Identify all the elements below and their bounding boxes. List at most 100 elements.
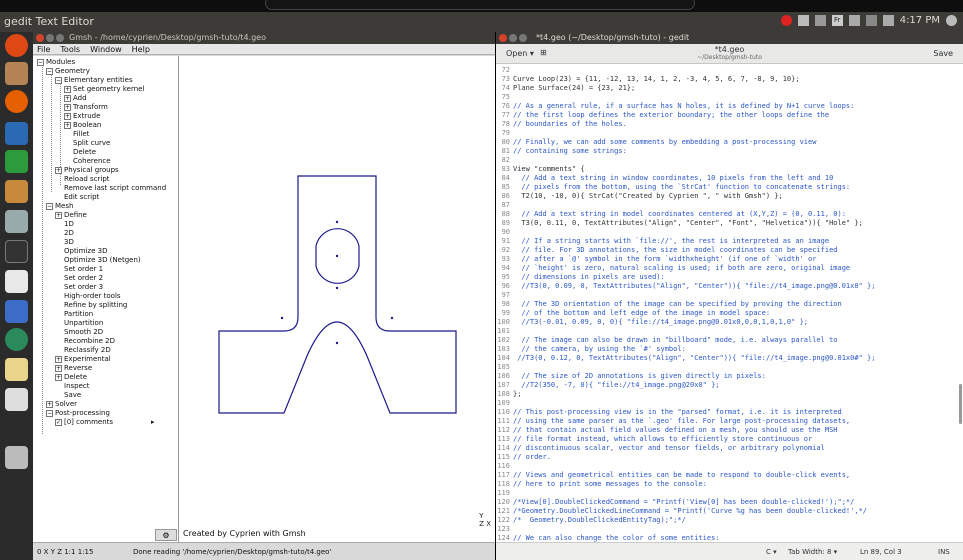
code-line[interactable]: 74 Plane Surface(24) = {23, 21}; (496, 84, 636, 93)
tree-item[interactable]: Save (55, 391, 81, 400)
tree-item[interactable]: Reclassify 2D (55, 346, 111, 355)
expander-icon[interactable]: − (46, 67, 53, 75)
menu-help[interactable]: Help (132, 44, 150, 54)
code-line[interactable]: 119 (496, 489, 513, 498)
code-line[interactable]: 105 (496, 363, 513, 372)
code-line[interactable]: 120/*View[0].DoubleClickedCommand = "Pri… (496, 498, 854, 507)
code-line[interactable]: 98 // The 3D orientation of the image ca… (496, 300, 842, 309)
gmsh-icon[interactable] (5, 388, 28, 411)
tree-item[interactable]: Inspect (55, 382, 90, 391)
tree-item[interactable]: Optimize 3D (Netgen) (55, 256, 141, 265)
code-line[interactable]: 79 (496, 129, 513, 138)
code-line[interactable]: 83 View "comments" { (496, 165, 585, 174)
keyboard-layout-icon[interactable]: Fr (831, 15, 843, 26)
expander-icon[interactable]: − (46, 409, 53, 417)
scrollbar-thumb[interactable] (959, 384, 962, 424)
code-line[interactable]: 94 // `height' is zero, natural scaling … (496, 264, 851, 273)
maximize-icon[interactable] (519, 34, 527, 42)
expander-icon[interactable]: + (55, 355, 62, 363)
tree-item[interactable]: Refine by splitting (55, 301, 127, 310)
code-line[interactable]: 110// This post-processing view is in th… (496, 408, 841, 417)
tree-item[interactable]: + Experimental (55, 355, 111, 364)
language-selector[interactable]: C ▾ (766, 548, 777, 556)
tree-item[interactable]: Coherence (64, 157, 111, 166)
code-line[interactable]: 92 // file. For 3D annotations, the size… (496, 246, 838, 255)
expander-icon[interactable]: + (55, 373, 62, 381)
gear-button[interactable]: ⚙ (155, 529, 177, 541)
firefox-icon[interactable] (5, 90, 28, 113)
terminal-icon[interactable] (5, 240, 28, 263)
code-line[interactable]: 118// here to print some messages to the… (496, 480, 707, 489)
code-line[interactable]: 80// Finally, we can add some comments b… (496, 138, 817, 147)
code-editor[interactable]: 72 73 Curve Loop(23) = {11, -12, 13, 14, 1… (496, 64, 963, 542)
close-icon[interactable] (499, 34, 507, 42)
tree-item[interactable]: 3D (55, 238, 74, 247)
tree-item[interactable]: Optimize 3D (55, 247, 107, 256)
code-line[interactable]: 88 // Add a text string in model coordin… (496, 210, 846, 219)
close-icon[interactable] (36, 34, 44, 42)
code-line[interactable]: 123 (496, 525, 513, 534)
expander-icon[interactable]: + (55, 211, 62, 219)
network-icon[interactable] (814, 15, 826, 26)
code-line[interactable]: 99 // of the bottom and left edge of the… (496, 309, 771, 318)
code-line[interactable]: 108}; (496, 390, 521, 399)
code-line[interactable]: 104 //T3(0, 0.12, 0, TextAttributes("Ali… (496, 354, 875, 363)
tree-item[interactable]: Partition (55, 310, 93, 319)
code-line[interactable]: 73 Curve Loop(23) = {11, -12, 13, 14, 1, … (496, 75, 800, 84)
tree-item[interactable]: + Set geometry kernel (64, 85, 144, 94)
tree-item[interactable]: − Modules (37, 58, 75, 67)
code-line[interactable]: 103 // the camera, by using the `#' symb… (496, 345, 685, 354)
tree-item[interactable]: 1D (55, 220, 74, 229)
graphics-canvas[interactable]: Y Z X Created by Cyprien with Gmsh (179, 56, 495, 542)
code-line[interactable]: 93 // after a `@' symbol in the form `wi… (496, 255, 817, 264)
tree-item[interactable]: + Add (64, 94, 87, 103)
code-line[interactable]: 115// order. (496, 453, 551, 462)
tree-item[interactable]: Set order 2 (55, 274, 103, 283)
tree-item[interactable]: + Delete (55, 373, 87, 382)
tree-item[interactable]: Remove last script command (55, 184, 166, 193)
dropbox-icon[interactable] (797, 15, 809, 26)
tree-item[interactable]: − Mesh (46, 202, 73, 211)
drive-icon[interactable] (5, 446, 28, 469)
expander-icon[interactable]: − (55, 76, 62, 84)
tree-item[interactable]: + Physical groups (55, 166, 119, 175)
tree-item[interactable]: 2D (55, 229, 74, 238)
code-line[interactable]: 109 (496, 399, 513, 408)
bluetooth-icon[interactable] (865, 15, 877, 26)
minimize-icon[interactable] (509, 34, 517, 42)
maximize-icon[interactable] (56, 34, 64, 42)
code-line[interactable]: 87 (496, 201, 513, 210)
code-line[interactable]: 122/* Geometry.DoubleClickedEntityTag);"… (496, 516, 685, 525)
checkbox-icon[interactable]: ✓ (55, 418, 62, 426)
code-line[interactable]: 72 (496, 66, 513, 75)
code-line[interactable]: 100 //T3(-0.01, 0.09, 0, 0){ "file://t4_… (496, 318, 808, 327)
slack-icon[interactable] (5, 270, 28, 293)
tree-item[interactable]: + Extrude (64, 112, 100, 121)
code-line[interactable]: 85 // pixels from the bottom, using the … (496, 183, 851, 192)
code-line[interactable]: 124// We can also change the color of so… (496, 534, 719, 542)
tree-item[interactable]: − Elementary entities (55, 76, 133, 85)
tree-item[interactable]: Split curve (64, 139, 110, 148)
code-line[interactable]: 81// containing some strings: (496, 147, 627, 156)
expander-icon[interactable]: + (64, 103, 71, 111)
tree-item[interactable]: + Solver (46, 400, 77, 409)
tree-item[interactable]: + Reverse (55, 364, 92, 373)
volume-icon[interactable] (882, 15, 894, 26)
tree-item[interactable]: Smooth 2D (55, 328, 103, 337)
tree-item[interactable]: − Post-processing (46, 409, 110, 418)
files-icon[interactable] (5, 62, 28, 85)
code-line[interactable]: 96 //T3(0, 0.09, 0, TextAttributes("Alig… (496, 282, 876, 291)
tree-item[interactable]: Recombine 2D (55, 337, 115, 346)
code-line[interactable]: 91 // If a string starts with `file://',… (496, 237, 830, 246)
code-line[interactable]: 112// that contain actual field values d… (496, 426, 837, 435)
code-line[interactable]: 102 // The image can also be drawn in "b… (496, 336, 837, 345)
calc-icon[interactable] (5, 150, 28, 173)
globe-icon[interactable] (5, 328, 28, 351)
tree-item[interactable]: Set order 1 (55, 265, 103, 274)
settings-icon[interactable] (5, 210, 28, 233)
expander-icon[interactable]: + (64, 112, 71, 120)
expander-icon[interactable]: + (46, 400, 53, 408)
code-line[interactable]: 89 T3(0, 0.11, 0, TextAttributes("Align"… (496, 219, 863, 228)
ubuntu-logo-icon[interactable] (5, 34, 28, 57)
code-line[interactable]: 78// boundaries of the holes. (496, 120, 627, 129)
